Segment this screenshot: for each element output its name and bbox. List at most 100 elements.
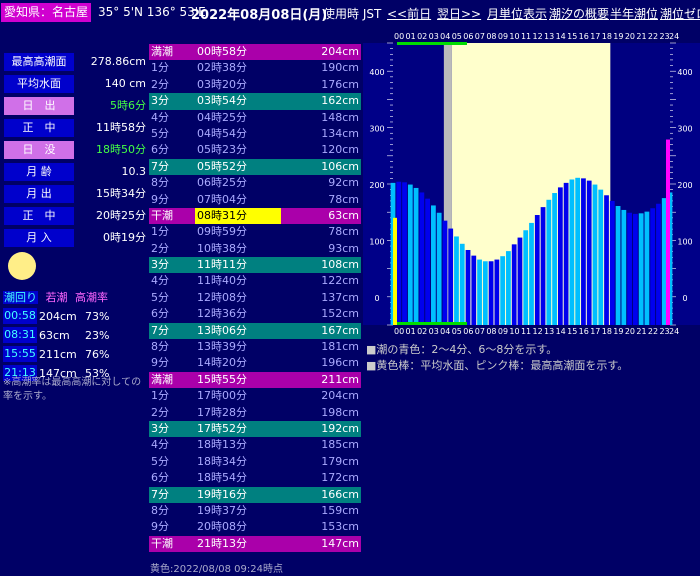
table-cell-label: 3分: [151, 258, 169, 272]
table-cell-height: 211cm: [321, 372, 359, 386]
tide-bar: [442, 220, 448, 325]
hour-labels-bottom: 03: [429, 327, 439, 336]
hour-labels-bottom: 06: [463, 327, 473, 336]
table-cell-label: 6分: [151, 471, 169, 485]
table-cell-height: 106cm: [321, 159, 359, 173]
tide-type-label: 若潮: [45, 291, 68, 304]
table-cell-label: 7分: [151, 159, 169, 173]
table-row: 1分 02時38分 190cm: [149, 60, 361, 76]
y-tick-label-right: 400: [677, 68, 692, 77]
tide-bar: [517, 237, 523, 325]
info-row: 最高高潮面 278.86cm: [2, 52, 148, 74]
tide-chart-svg: 400 400300 300200 200100 1000 000 01 02 03 04 05 06…: [363, 29, 700, 339]
hour-labels-bottom: 19: [613, 327, 623, 336]
table-cell-height: 92cm: [328, 176, 359, 190]
hour-labels-bottom: 14: [556, 327, 566, 336]
high-low-time: 08:31: [3, 327, 37, 343]
table-cell-height: 159cm: [321, 503, 359, 517]
info-row: 平均水面 140 cm: [2, 74, 148, 96]
table-row: 7分 13時06分 167cm: [149, 322, 361, 340]
tide-bar: [465, 249, 471, 325]
table-row: 9分 14時20分 196cm: [149, 355, 361, 371]
location-label[interactable]: 愛知県：名古屋: [1, 3, 92, 22]
table-cell-time: 03時20分: [197, 77, 247, 91]
table-cell-time: 13時39分: [197, 340, 247, 354]
table-cell-label: 1分: [151, 389, 169, 403]
tide-bar: [586, 180, 592, 325]
table-cell-label: 干潮: [151, 536, 173, 550]
tide-bar: [644, 211, 650, 325]
table-cell-height: 179cm: [321, 454, 359, 468]
overview-link[interactable]: 潮汐の概要: [549, 5, 609, 22]
table-cell-label: 1分: [151, 225, 169, 239]
month-view-link[interactable]: 月単位表示: [487, 5, 547, 22]
top-bar: 愛知県：名古屋 35° 5'N 136° 53'E 2022年08月08日(月)…: [0, 0, 700, 26]
prev-day-link[interactable]: <<前日: [387, 5, 431, 22]
tide-bar: [632, 213, 638, 325]
hour-labels-top: 00: [394, 32, 404, 41]
table-cell-height: 166cm: [321, 487, 359, 501]
table-cell-time: 04時25分: [197, 110, 247, 124]
tide-bar: [500, 256, 506, 325]
hour-labels-top: 22: [648, 32, 658, 41]
next-day-link[interactable]: 翌日>>: [437, 5, 481, 22]
hour-labels-bottom: 07: [475, 327, 485, 336]
info-value: 11時58分: [96, 121, 146, 134]
table-cell-height: 108cm: [321, 258, 359, 272]
tide-bar: [477, 259, 482, 325]
tide-bar: [482, 261, 488, 325]
table-row: 2分 17時28分 198cm: [149, 405, 361, 421]
table-cell-time: 04時54分: [197, 126, 247, 140]
tide-zero-link[interactable]: 潮位ゼロ: [660, 5, 700, 22]
table-cell-time: 13時06分: [197, 323, 247, 337]
legend-item: ■潮の青色：2～4分、6～8分を示す。: [366, 343, 558, 356]
tide-rate-label: 高潮率: [75, 291, 108, 304]
hour-labels-top: 18: [602, 32, 612, 41]
table-cell-label: 3分: [151, 421, 169, 435]
mean-level-bar: [393, 217, 397, 325]
hour-labels-bottom: 11: [521, 327, 531, 336]
tide-bar: [419, 192, 425, 325]
table-cell-time: 05時23分: [197, 143, 247, 157]
table-cell-time: 03時54分: [197, 94, 247, 108]
hour-labels-bottom: 15: [567, 327, 577, 336]
info-row: 日 出 5時6分: [2, 96, 148, 118]
table-cell-time: 18時54分: [197, 471, 247, 485]
hour-labels-bottom: 02: [417, 327, 427, 336]
tide-bar: [575, 177, 581, 325]
table-cell-time: 11時40分: [197, 274, 247, 288]
high-low-row: 08:31 63cm 23%: [3, 326, 149, 345]
hour-labels-bottom: 12: [533, 327, 543, 336]
hour-labels-bottom: 09: [498, 327, 508, 336]
tide-bar: [650, 208, 656, 325]
table-cell-label: 満潮: [151, 372, 173, 386]
table-cell-height: 78cm: [328, 192, 359, 206]
half-year-link[interactable]: 半年潮位: [610, 5, 658, 22]
tide-bar: [511, 244, 517, 325]
tide-bar: [413, 187, 419, 325]
table-cell-time: 02時38分: [197, 61, 247, 75]
hour-labels-top: 08: [486, 32, 496, 41]
info-label: 平均水面: [4, 75, 74, 93]
info-row: 月 出 15時34分: [2, 184, 148, 206]
table-cell-time: 17時28分: [197, 405, 247, 419]
hour-labels-bottom: 05: [452, 327, 462, 336]
hour-labels-bottom: 10: [509, 327, 519, 336]
table-cell-height: 134cm: [321, 126, 359, 140]
hour-labels-top: 15: [567, 32, 577, 41]
info-row: 日 没 18時50分: [2, 140, 148, 162]
table-row: 4分 04時25分 148cm: [149, 110, 361, 126]
table-cell-label: 2分: [151, 241, 169, 255]
table-cell-time: 09時59分: [197, 225, 247, 239]
table-cell-height: 148cm: [321, 110, 359, 124]
table-cell-label: 4分: [151, 110, 169, 124]
table-row: 8分 06時25分 92cm: [149, 175, 361, 191]
table-cell-time: 19時16分: [197, 487, 247, 501]
info-label: 日 没: [4, 141, 74, 159]
tide-bar: [448, 228, 454, 325]
tide-bar: [436, 212, 442, 325]
tide-bar: [488, 261, 494, 325]
table-cell-label: 5分: [151, 126, 169, 140]
hour-labels-top: 21: [636, 32, 646, 41]
hour-labels-top: 09: [498, 32, 508, 41]
